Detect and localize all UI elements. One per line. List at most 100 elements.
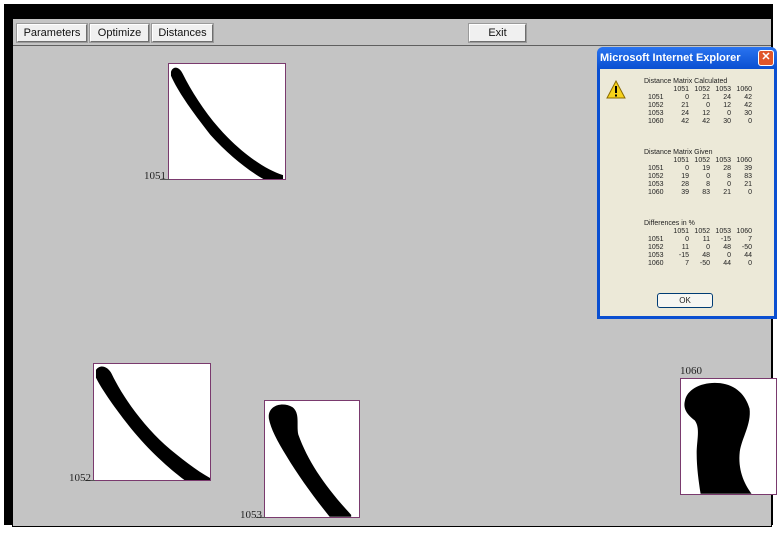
table-cell: 28 (681, 181, 689, 188)
matrix-table: 1051 1052 1053 1060 1051 0 21 24 42 1052… (644, 86, 752, 126)
table-cell: 1051 (648, 236, 664, 243)
alert-dialog: Microsoft Internet Explorer ✕ Distance M… (597, 47, 777, 319)
table-cell: 11 (681, 244, 689, 251)
table-cell: 42 (744, 94, 752, 101)
table-cell: 83 (744, 173, 752, 180)
table-cell: 0 (706, 173, 710, 180)
table-row: 1051 0 11 -15 7 (644, 236, 752, 244)
table-cell: 11 (702, 236, 710, 243)
table-cell: 0 (748, 260, 752, 267)
image-tile-1052[interactable] (93, 363, 211, 481)
dialog-title: Microsoft Internet Explorer (600, 52, 741, 64)
table-header: 1060 (736, 86, 752, 93)
table-cell: 48 (702, 252, 710, 259)
table-cell: 39 (681, 189, 689, 196)
matrix-calculated: Distance Matrix Calculated 1051 1052 105… (644, 77, 772, 126)
table-cell: 1053 (648, 252, 664, 259)
dialog-body: Distance Matrix Calculated 1051 1052 105… (600, 69, 774, 316)
table-cell: 0 (685, 236, 689, 243)
image-tile-1053[interactable] (264, 400, 360, 518)
table-header: 1052 (694, 157, 710, 164)
table-header (644, 157, 668, 165)
table-header: 1053 (715, 228, 731, 235)
table-cell: -50 (741, 244, 752, 251)
tile-label-1060: 1060 (680, 365, 702, 377)
table-cell: 28 (723, 165, 731, 172)
table-cell: 42 (681, 118, 689, 125)
table-row: 1052 21 0 12 42 (644, 102, 752, 110)
table-cell: 12 (702, 110, 710, 117)
optimize-button[interactable]: Optimize (89, 23, 150, 43)
table-cell: 1053 (648, 181, 664, 188)
table-cell: 8 (706, 181, 710, 188)
table-cell: 30 (744, 110, 752, 117)
matrix-table: 1051 1052 1053 1060 1051 0 19 28 39 1052… (644, 157, 752, 197)
table-header: 1053 (715, 86, 731, 93)
ok-button[interactable]: OK (657, 293, 713, 308)
table-cell: 1051 (648, 165, 664, 172)
matrix-title: Distance Matrix Given (644, 149, 713, 156)
table-cell: 0 (748, 189, 752, 196)
close-icon[interactable]: ✕ (758, 50, 774, 66)
exit-button[interactable]: Exit (468, 23, 527, 43)
table-cell: 0 (727, 252, 731, 259)
table-header: 1051 (673, 157, 689, 164)
table-cell: 1060 (648, 118, 664, 125)
table-cell: -15 (720, 236, 731, 243)
table-header: 1051 (673, 228, 689, 235)
app-frame: Parameters Optimize Distances Exit 1051 … (4, 4, 777, 527)
table-header: 1051 (673, 86, 689, 93)
table-header: 1052 (694, 86, 710, 93)
table-cell: 12 (723, 102, 731, 109)
table-header (644, 86, 668, 94)
table-cell: 24 (723, 94, 731, 101)
table-row: 1053 28 8 0 21 (644, 181, 752, 189)
table-cell: -15 (678, 252, 689, 259)
table-row: 1051 0 19 28 39 (644, 165, 752, 173)
table-row: 1053 24 12 0 30 (644, 110, 752, 118)
table-header-row: 1051 1052 1053 1060 (644, 228, 752, 236)
table-cell: 0 (748, 118, 752, 125)
matrix-differences: Differences in % 1051 1052 1053 1060 105… (644, 219, 772, 268)
table-cell: 21 (702, 94, 710, 101)
dialog-titlebar[interactable]: Microsoft Internet Explorer ✕ (597, 47, 777, 69)
table-cell: 21 (744, 181, 752, 188)
matrix-table: 1051 1052 1053 1060 1051 0 11 -15 7 1052… (644, 228, 752, 268)
table-header: 1060 (736, 228, 752, 235)
table-cell: 44 (744, 252, 752, 259)
table-cell: 1051 (648, 94, 664, 101)
table-cell: 1052 (648, 102, 664, 109)
table-cell: 0 (685, 94, 689, 101)
table-cell: 21 (681, 102, 689, 109)
table-cell: 30 (723, 118, 731, 125)
warning-icon (606, 80, 626, 99)
matrix-title: Distance Matrix Calculated (644, 78, 728, 85)
distances-button[interactable]: Distances (151, 23, 214, 43)
matrix-given: Distance Matrix Given 1051 1052 1053 106… (644, 148, 772, 197)
table-cell: 0 (727, 110, 731, 117)
table-header: 1053 (715, 157, 731, 164)
table-cell: 7 (685, 260, 689, 267)
table-cell: 42 (702, 118, 710, 125)
table-row: 1052 11 0 48 -50 (644, 244, 752, 252)
table-cell: 0 (727, 181, 731, 188)
table-cell: 42 (744, 102, 752, 109)
matrix-title: Differences in % (644, 220, 695, 227)
table-header-row: 1051 1052 1053 1060 (644, 86, 752, 94)
tile-label-1053: 1053 (240, 509, 262, 521)
table-row: 1060 7 -50 44 0 (644, 260, 752, 268)
table-cell: 8 (727, 173, 731, 180)
table-cell: -50 (699, 260, 710, 267)
image-tile-1060[interactable] (680, 378, 777, 495)
toolbar-divider (13, 45, 771, 46)
table-cell: 39 (744, 165, 752, 172)
tile-label-1051: 1051 (144, 170, 166, 182)
parameters-button[interactable]: Parameters (16, 23, 88, 43)
table-header: 1060 (736, 157, 752, 164)
table-cell: 83 (702, 189, 710, 196)
canvas: Parameters Optimize Distances Exit 1051 … (12, 18, 777, 527)
table-row: 1051 0 21 24 42 (644, 94, 752, 102)
table-row: 1052 19 0 8 83 (644, 173, 752, 181)
table-row: 1053 -15 48 0 44 (644, 252, 752, 260)
image-tile-1051[interactable] (168, 63, 286, 180)
